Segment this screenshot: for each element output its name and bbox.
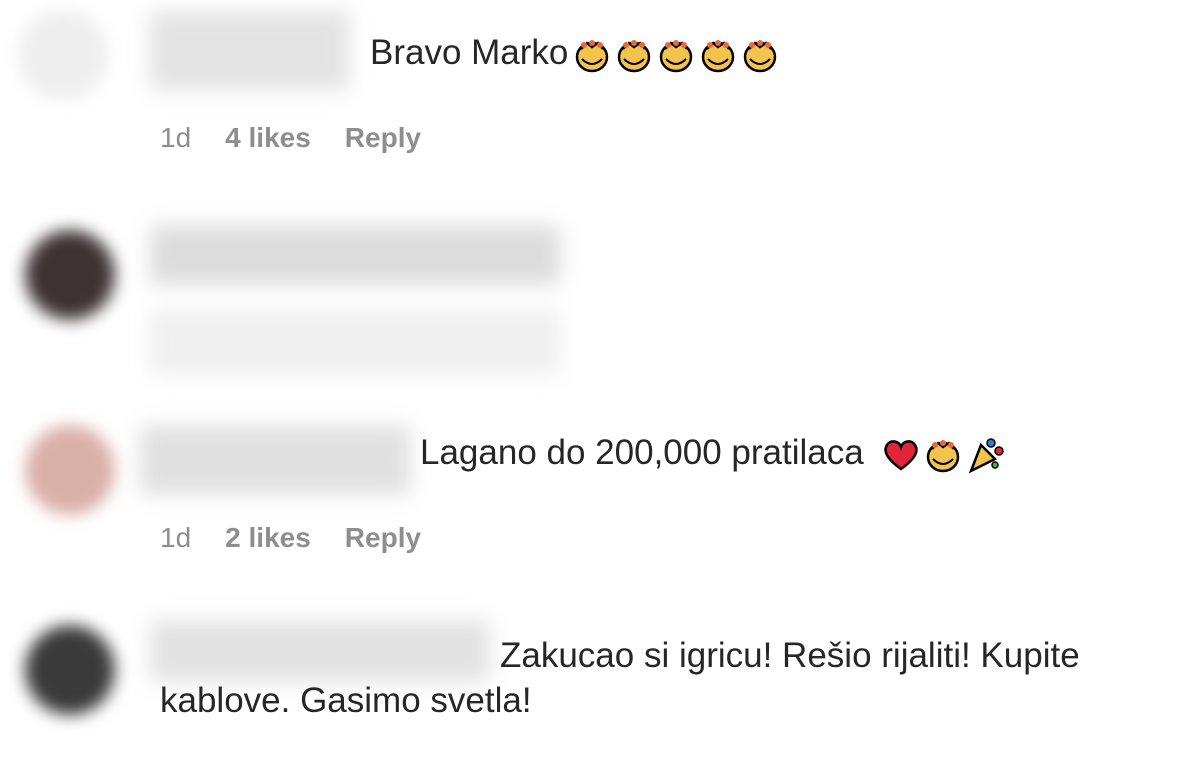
comment-text-body: Lagano do 200,000 pratilaca (420, 433, 864, 472)
comment-meta: 1d 2 likes Reply (160, 522, 421, 554)
comment-age: 1d (160, 122, 192, 153)
clapping-hands-icon (572, 35, 612, 75)
party-popper-icon (965, 435, 1005, 475)
clapping-hands-icon (614, 35, 654, 75)
avatar[interactable] (25, 625, 115, 715)
username-blurred[interactable] (150, 225, 560, 285)
comment-text-blurred (150, 310, 560, 375)
comment-text-line-2: kablove. Gasimo svetla! (160, 681, 532, 720)
reply-button[interactable]: Reply (345, 122, 421, 154)
comment-meta: 1d 4 likes Reply (160, 122, 421, 154)
avatar[interactable] (25, 230, 115, 320)
avatar[interactable] (18, 10, 108, 100)
likes-count[interactable]: 4 likes (225, 122, 311, 154)
username-blurred[interactable] (150, 620, 490, 682)
avatar[interactable] (25, 425, 115, 515)
clapping-hands-icon (656, 35, 696, 75)
comment-text-line-1: Zakucao si igricu! Rešio rijaliti! Kupit… (500, 636, 1080, 675)
clapping-hands-icon (740, 35, 780, 75)
comment-text: Bravo Marko (370, 32, 782, 75)
username-blurred[interactable] (150, 10, 350, 90)
likes-count[interactable]: 2 likes (225, 522, 311, 554)
clapping-hands-icon (923, 435, 963, 475)
comment-age: 1d (160, 522, 192, 553)
clapping-hands-icon (698, 35, 738, 75)
username-blurred[interactable] (140, 425, 410, 495)
red-heart-icon (881, 435, 921, 475)
reply-button[interactable]: Reply (345, 522, 421, 554)
comment-text: Lagano do 200,000 pratilaca (420, 432, 1007, 475)
comment-text-body: Bravo Marko (370, 33, 569, 72)
